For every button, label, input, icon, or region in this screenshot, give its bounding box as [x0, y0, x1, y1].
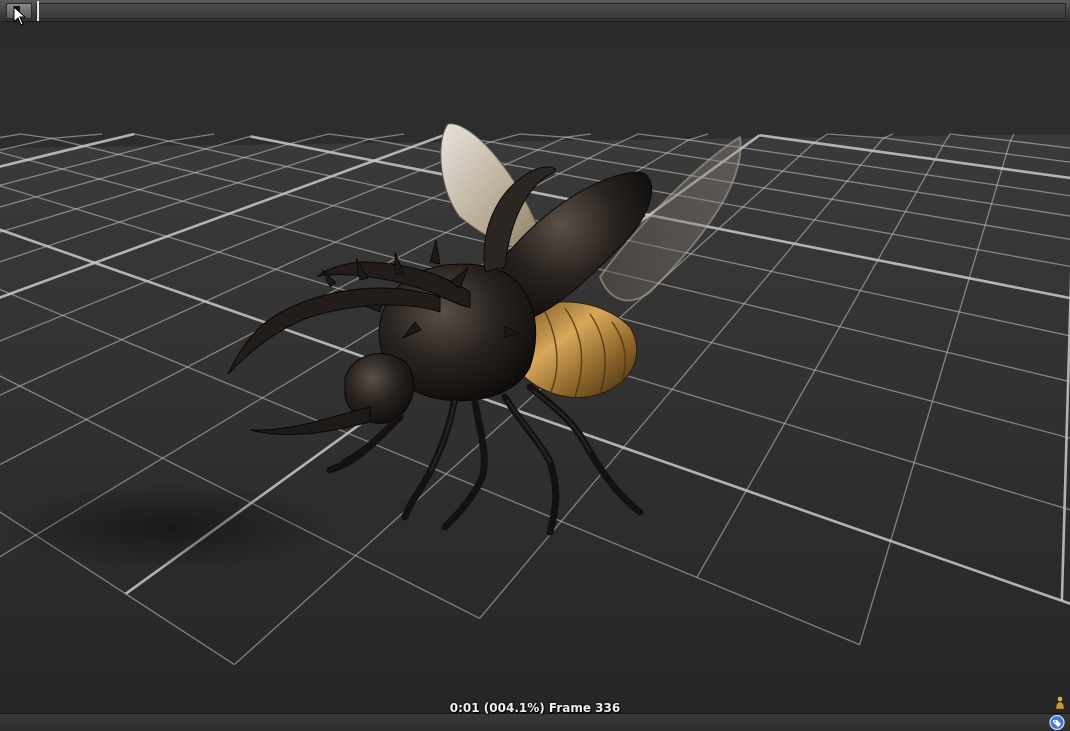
timeline-scrubber[interactable]: [36, 3, 1066, 19]
viewport-scene: [0, 22, 1070, 713]
mouse-pointer-icon: [13, 6, 27, 26]
timeline-bar: [0, 0, 1070, 22]
3d-viewport[interactable]: [0, 22, 1070, 713]
animation-preview-window: 0:01 (004.1%) Frame 336: [0, 0, 1070, 731]
figure-icon[interactable]: [1053, 696, 1067, 710]
status-bar: 0:01 (004.1%) Frame 336: [0, 700, 1070, 731]
tag-icon[interactable]: [1047, 715, 1067, 730]
playhead-marker[interactable]: [37, 1, 39, 21]
frame-readout: 0:01 (004.1%) Frame 336: [449, 701, 621, 715]
model-shadow: [0, 482, 340, 572]
